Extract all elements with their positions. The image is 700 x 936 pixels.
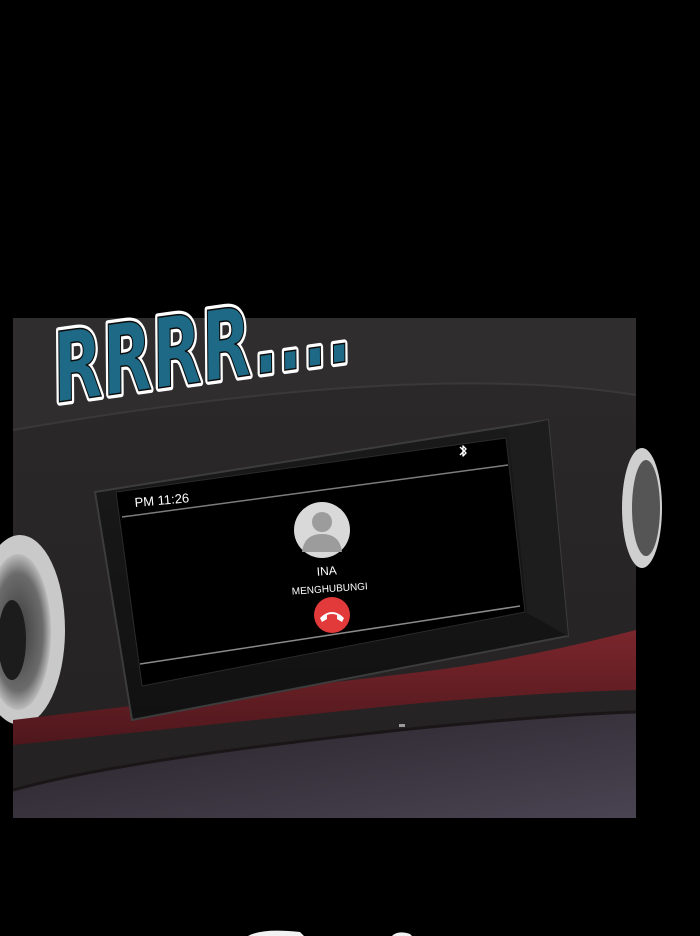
caller-avatar	[294, 502, 350, 558]
hang-up-button[interactable]	[314, 597, 350, 633]
comic-panel: PM 11:26 INA MENGHUBUNGI RRRR.... RRRR..…	[0, 0, 700, 936]
right-vent-knob	[622, 448, 662, 568]
caller-name: INA	[316, 563, 337, 578]
